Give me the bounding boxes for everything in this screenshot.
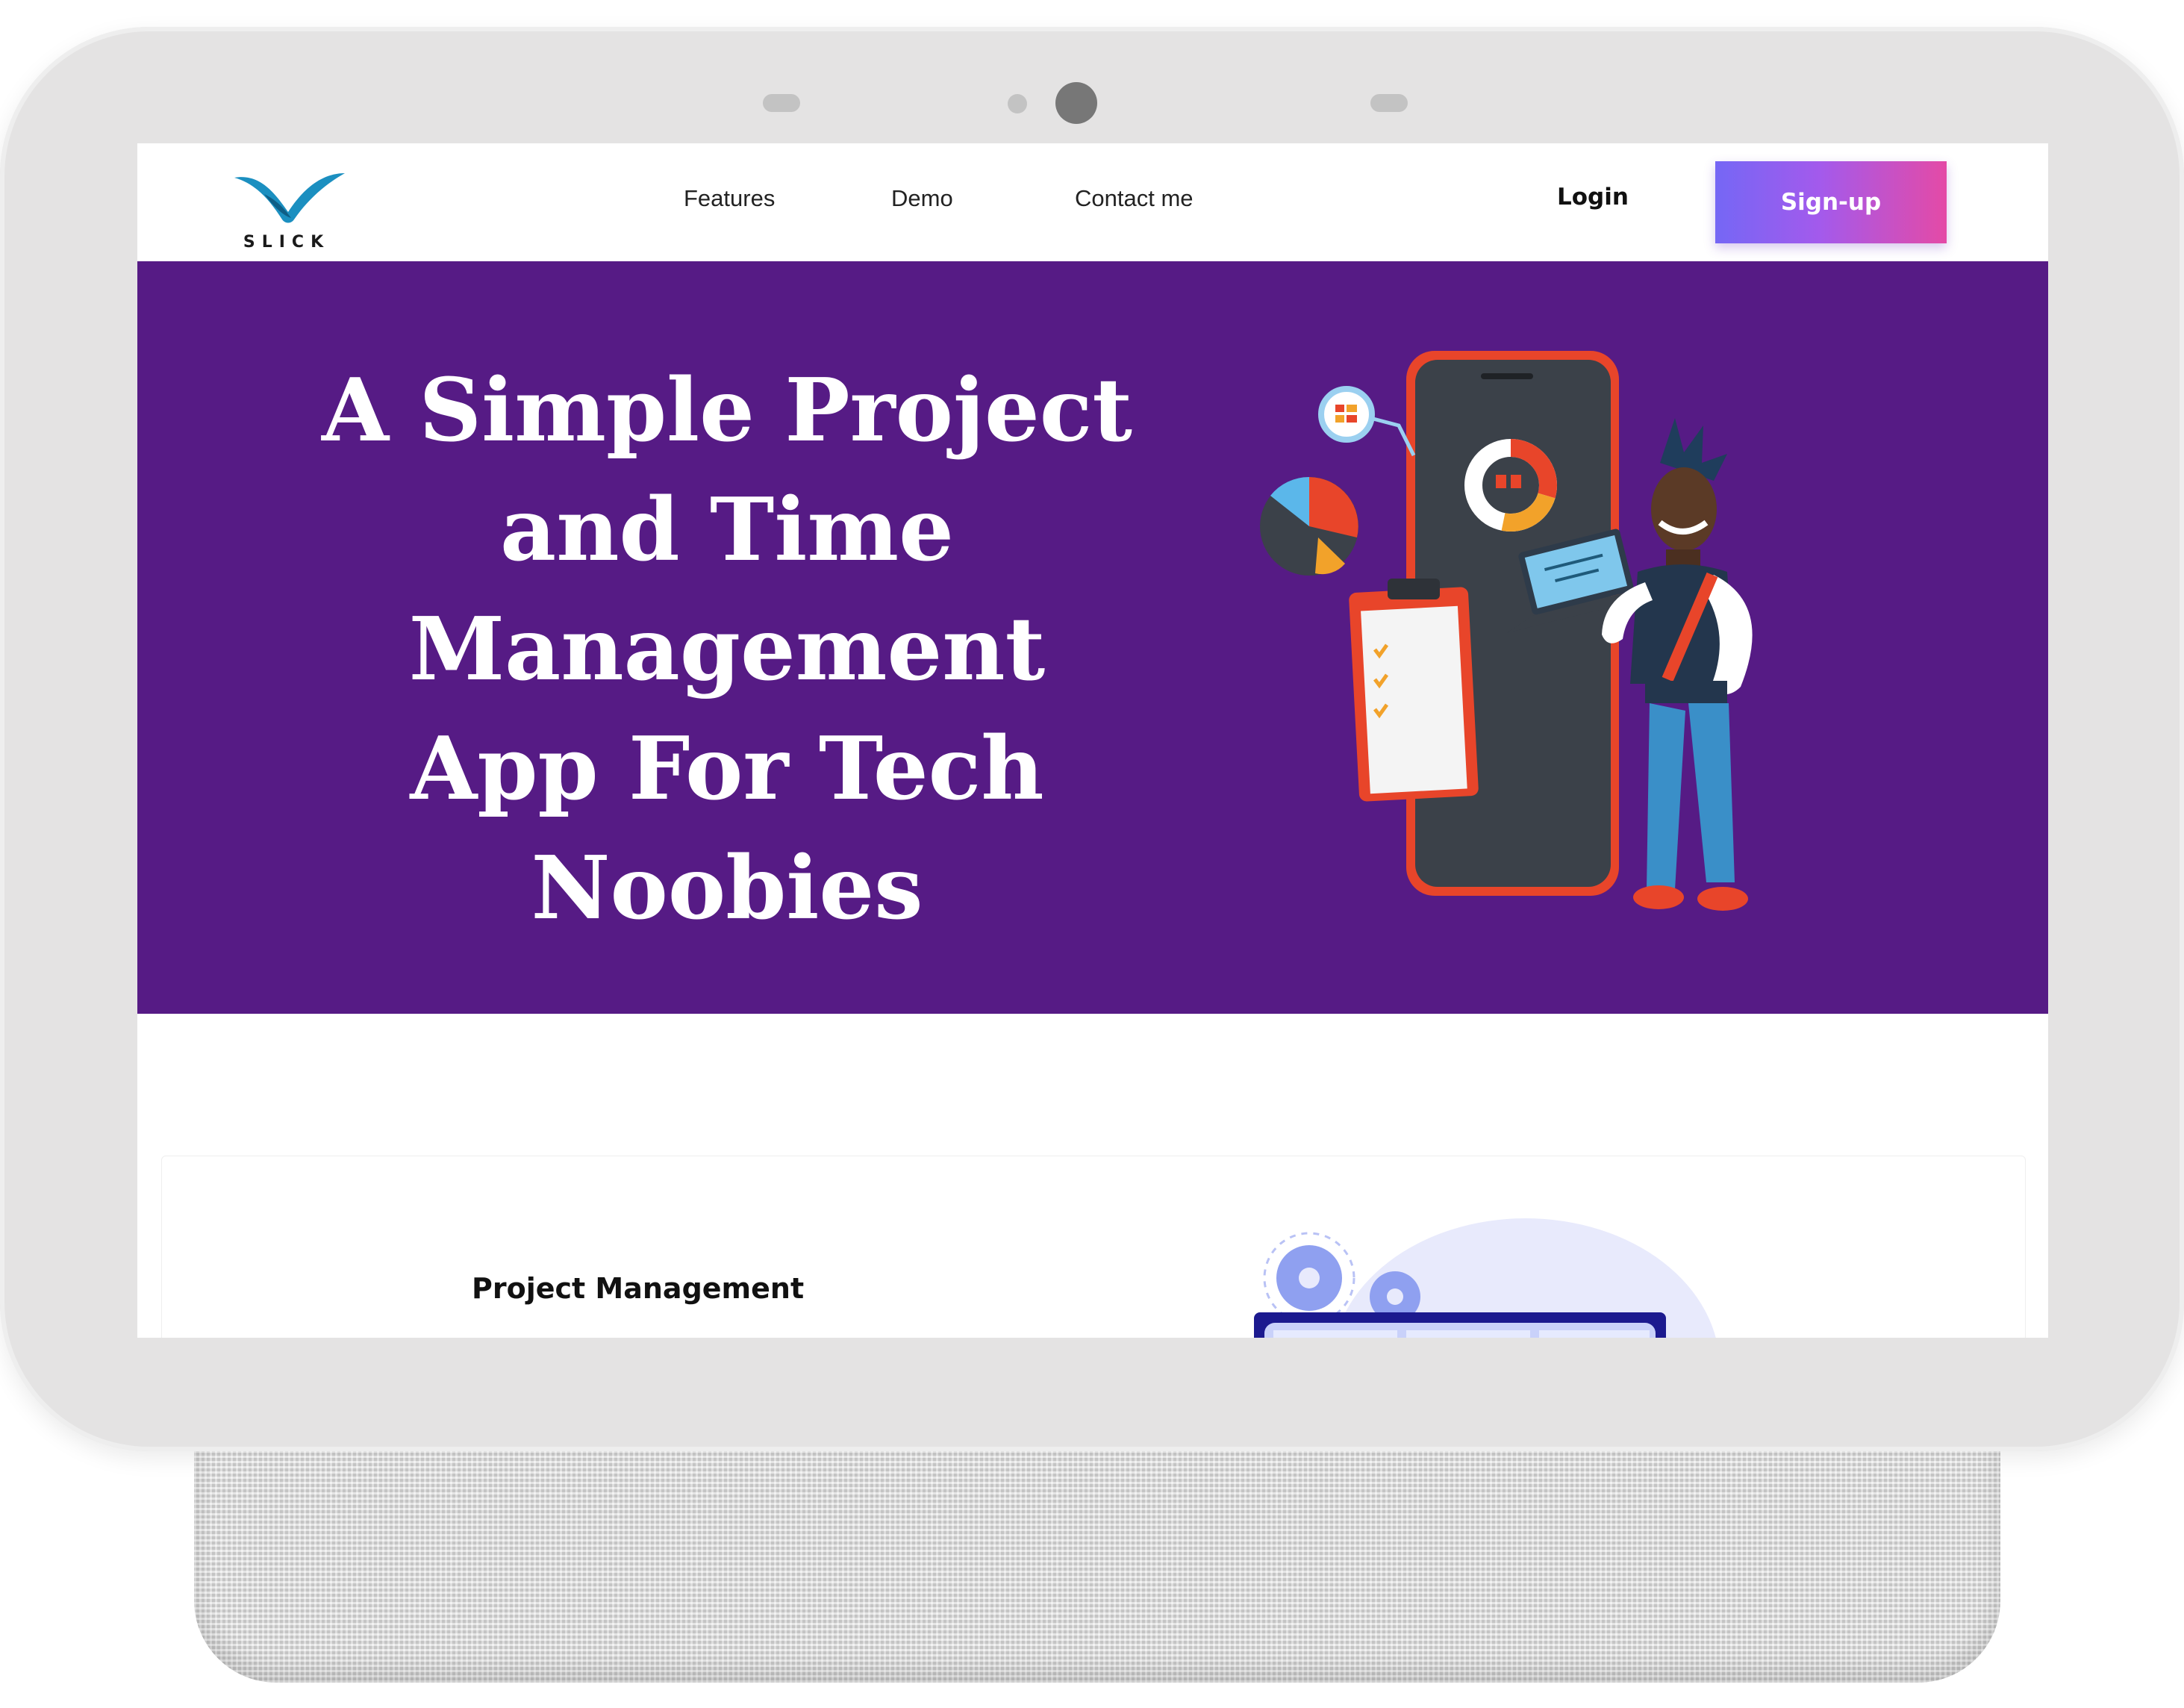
hero-illustration [1260, 351, 1753, 911]
login-link[interactable]: Login [1557, 184, 1629, 211]
nav-features-link[interactable]: Features [684, 185, 775, 212]
bird-logo-icon [234, 173, 345, 223]
signup-button[interactable]: Sign-up [1715, 161, 1947, 243]
mic-icon [1008, 94, 1027, 113]
brand-name: SLICK [243, 233, 331, 252]
sensor-icon [763, 94, 800, 112]
feature-illustration [1254, 1218, 1716, 1338]
hero-section: A Simple Project and Time Management App… [137, 261, 2048, 1014]
device-screen: SLICK Features Demo Contact me Login Sig… [137, 143, 2048, 1338]
brand-logo[interactable]: SLICK [219, 164, 354, 252]
nav-demo-link[interactable]: Demo [891, 185, 953, 212]
nav-contact-link[interactable]: Contact me [1075, 185, 1194, 212]
hero-title-line: Management [408, 599, 1046, 700]
hero-title-line: Noobies [531, 838, 923, 939]
feature-title: Project Management [472, 1272, 805, 1305]
gear-icon [1276, 1245, 1342, 1311]
fabric-speaker-base [194, 1451, 2000, 1683]
settings-badge-icon [1318, 386, 1375, 443]
hero-title-line: and Time [500, 479, 954, 581]
navbar: SLICK Features Demo Contact me Login Sig… [137, 143, 2048, 261]
sensor-icon [1370, 94, 1408, 112]
features-card [161, 1156, 2026, 1338]
hero-title: A Simple Project and Time Management App… [316, 351, 1138, 948]
hero-title-line: App For Tech [410, 718, 1044, 820]
hero-title-line: A Simple Project [321, 360, 1133, 461]
character-illustration-icon [1602, 418, 1753, 911]
camera-icon [1055, 82, 1097, 124]
